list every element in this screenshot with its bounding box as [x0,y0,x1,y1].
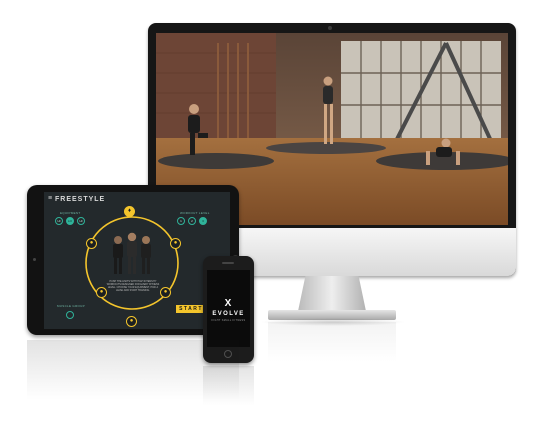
equipment-chip-2[interactable]: LO [66,217,74,225]
level-chip-3[interactable]: 3 [199,217,207,225]
muscle-group-label: MUSCLE GROUP [57,304,85,308]
equipment-label: EQUIPMENT [60,211,81,215]
phone-brand-name: EVOLVE [212,311,245,317]
balance-icon[interactable]: ● [126,316,137,327]
imac-reflection [268,322,396,362]
workout-level-label: WORKOUT LEVEL [180,211,210,215]
workout-selector-ring [85,216,179,310]
muscle-group-chip[interactable] [66,311,74,319]
level-chip-2[interactable]: 2 [188,217,196,225]
cardio-icon[interactable]: ● [170,238,181,249]
running-icon[interactable]: ♦ [124,206,135,217]
strength-icon[interactable]: ● [86,238,97,249]
phone-tagline: FIGHT SMALL FITNESS [211,319,246,322]
workout-description: PUSH THE LIMITS WITH HIGH INTENSITY WORK… [106,280,160,292]
evolve-logo-icon: X [224,298,232,309]
phone-reflection [203,366,254,406]
tablet-menu-icon[interactable]: ≡ [48,195,53,202]
equipment-chip-1[interactable]: HI [55,217,63,225]
tablet-camera [33,258,36,261]
imac-camera [328,26,332,30]
start-button[interactable]: START [176,305,206,313]
phone-speaker [222,262,234,264]
tablet-app-title: FREESTYLE [55,196,106,203]
